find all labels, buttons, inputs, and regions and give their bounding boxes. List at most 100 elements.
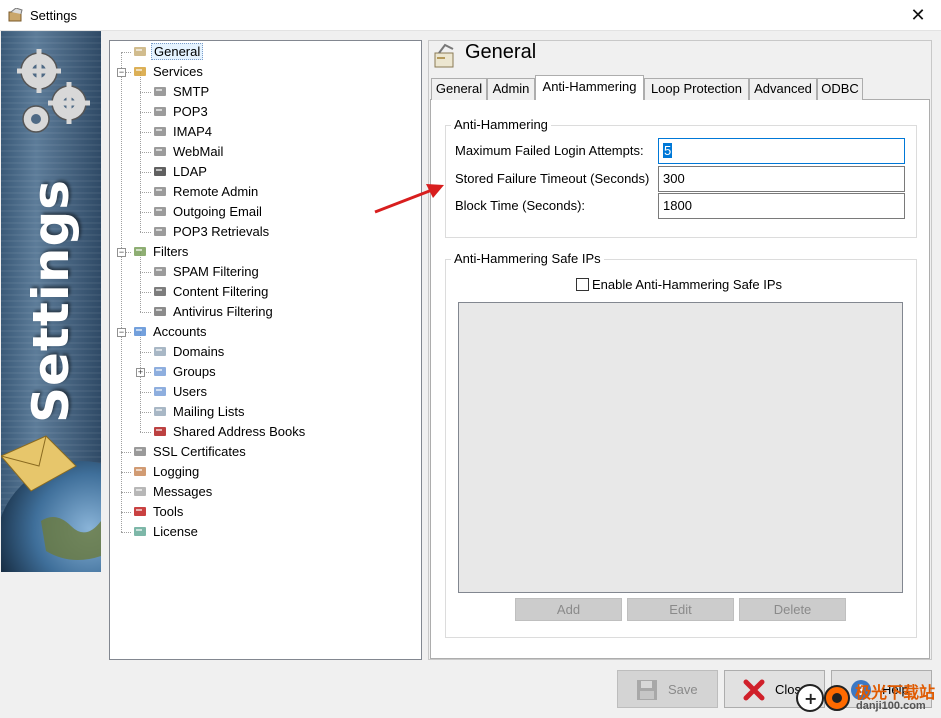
pop3-retrievals-icon — [152, 223, 168, 239]
filters-icon — [132, 243, 148, 259]
tree-item-content-filtering[interactable]: Content Filtering — [152, 282, 270, 302]
tree-item-label: POP3 — [173, 104, 208, 119]
tree-item-label: Tools — [153, 504, 184, 519]
block-time-input[interactable]: 1800 — [658, 193, 905, 219]
tree-item-spam-filtering[interactable]: SPAM Filtering — [152, 262, 261, 282]
tree-item-mailing-lists[interactable]: Mailing Lists — [152, 402, 247, 422]
tree-item-remote-admin[interactable]: Remote Admin — [152, 182, 260, 202]
tree-item-tools[interactable]: Tools — [132, 502, 185, 522]
tree-item-pop3-retrievals[interactable]: POP3 Retrievals — [152, 222, 271, 242]
collapse-toggle[interactable]: − — [117, 328, 126, 337]
collapse-toggle[interactable]: − — [117, 68, 126, 77]
tree-item-label: Accounts — [153, 324, 207, 339]
tree-item-general[interactable]: General — [132, 42, 204, 62]
block-time-label: Block Time (Seconds): — [455, 198, 586, 213]
title-bar: Settings ✕ — [0, 0, 941, 31]
tree-item-smtp[interactable]: SMTP — [152, 82, 211, 102]
tree-item-label: Messages — [153, 484, 213, 499]
tree-item-label: Antivirus Filtering — [173, 304, 273, 319]
tree-item-filters[interactable]: Filters — [132, 242, 190, 262]
ssl-certificates-icon — [132, 443, 148, 459]
safe-ips-list[interactable] — [458, 302, 903, 593]
tree-item-license[interactable]: License — [132, 522, 200, 542]
collapse-toggle[interactable]: − — [117, 248, 126, 257]
tree-item-label: General — [151, 43, 204, 60]
tools-icon — [132, 503, 148, 519]
tree-item-webmail[interactable]: WebMail — [152, 142, 225, 162]
users-icon — [152, 383, 168, 399]
tab-odbc[interactable]: ODBC — [817, 78, 863, 100]
tree-item-domains[interactable]: Domains — [152, 342, 226, 362]
close-window-button[interactable]: ✕ — [895, 0, 941, 31]
enable-safe-ips-checkbox[interactable] — [576, 278, 589, 291]
watermark-url: danji100.com — [856, 700, 926, 712]
content-filtering-icon — [152, 283, 168, 299]
mailing-lists-icon — [152, 403, 168, 419]
envelope-globe-icon — [1, 435, 101, 572]
tree-item-label: Users — [173, 384, 207, 399]
tree-item-pop3[interactable]: POP3 — [152, 102, 210, 122]
tree-item-users[interactable]: Users — [152, 382, 209, 402]
tree-item-label: Content Filtering — [173, 284, 269, 299]
tab-advanced[interactable]: Advanced — [749, 78, 817, 100]
tree-item-imap4[interactable]: IMAP4 — [152, 122, 214, 142]
delete-button[interactable]: Delete — [739, 598, 846, 621]
tree-item-groups[interactable]: Groups — [152, 362, 218, 382]
license-icon — [132, 523, 148, 539]
tree-item-logging[interactable]: Logging — [132, 462, 201, 482]
ldap-icon — [152, 163, 168, 179]
tree-item-label: IMAP4 — [173, 124, 213, 139]
remote-admin-icon — [152, 183, 168, 199]
imap4-icon — [152, 123, 168, 139]
save-label: Save — [668, 682, 698, 697]
tree-item-messages[interactable]: Messages — [132, 482, 214, 502]
tree-item-ssl-certificates[interactable]: SSL Certificates — [132, 442, 248, 462]
tab-admin[interactable]: Admin — [487, 78, 535, 100]
tree-item-label: Domains — [173, 344, 225, 359]
tab-general[interactable]: General — [431, 78, 487, 100]
add-button[interactable]: Add — [515, 598, 622, 621]
banner-title: Settings — [22, 178, 80, 424]
svg-text:+: + — [804, 689, 817, 708]
panel-title: General — [465, 41, 537, 63]
enable-safe-ips-label[interactable]: Enable Anti-Hammering Safe IPs — [592, 277, 782, 292]
webmail-icon — [152, 143, 168, 159]
settings-banner: Settings — [1, 31, 101, 572]
gears-icon — [17, 49, 90, 133]
tree-item-label: WebMail — [173, 144, 224, 159]
tree-item-ldap[interactable]: LDAP — [152, 162, 209, 182]
stored-timeout-input[interactable]: 300 — [658, 166, 905, 192]
tree-item-outgoing-email[interactable]: Outgoing Email — [152, 202, 264, 222]
general-icon — [132, 43, 148, 59]
max-failed-value: 5 — [663, 143, 673, 158]
tree-item-label: Shared Address Books — [173, 424, 306, 439]
domains-icon — [152, 343, 168, 359]
save-button[interactable]: Save — [617, 670, 718, 708]
window-title: Settings — [30, 8, 77, 23]
groups-icon — [152, 363, 168, 379]
accounts-folder-icon — [132, 323, 148, 339]
tree-item-shared-address-books[interactable]: Shared Address Books — [152, 422, 307, 442]
floppy-disk-icon — [637, 680, 657, 700]
tree-item-services[interactable]: Services — [132, 62, 205, 82]
max-failed-input[interactable]: 5 — [658, 138, 905, 164]
tab-anti-hammering[interactable]: Anti-Hammering — [535, 75, 644, 100]
messages-icon — [132, 483, 148, 499]
tree-item-label: SPAM Filtering — [173, 264, 259, 279]
app-icon — [8, 8, 23, 22]
max-failed-label: Maximum Failed Login Attempts: — [455, 143, 644, 158]
tree-item-accounts[interactable]: Accounts — [132, 322, 208, 342]
tree-item-label: License — [153, 524, 198, 539]
edit-button[interactable]: Edit — [627, 598, 734, 621]
tree-item-label: LDAP — [173, 164, 207, 179]
settings-tree[interactable]: General Services − SMTP POP3 IMAP4 WebMail LDAP… — [109, 40, 422, 660]
tree-item-label: SMTP — [173, 84, 210, 99]
outgoing-email-icon — [152, 203, 168, 219]
general-settings-icon — [434, 43, 454, 68]
tab-loop-protection[interactable]: Loop Protection — [644, 78, 749, 100]
expand-toggle[interactable]: + — [136, 368, 145, 377]
tree-item-antivirus-filtering[interactable]: Antivirus Filtering — [152, 302, 275, 322]
watermark-logo-icon: + — [796, 684, 850, 712]
spam-filtering-icon — [152, 263, 168, 279]
tree-item-label: Remote Admin — [173, 184, 259, 199]
